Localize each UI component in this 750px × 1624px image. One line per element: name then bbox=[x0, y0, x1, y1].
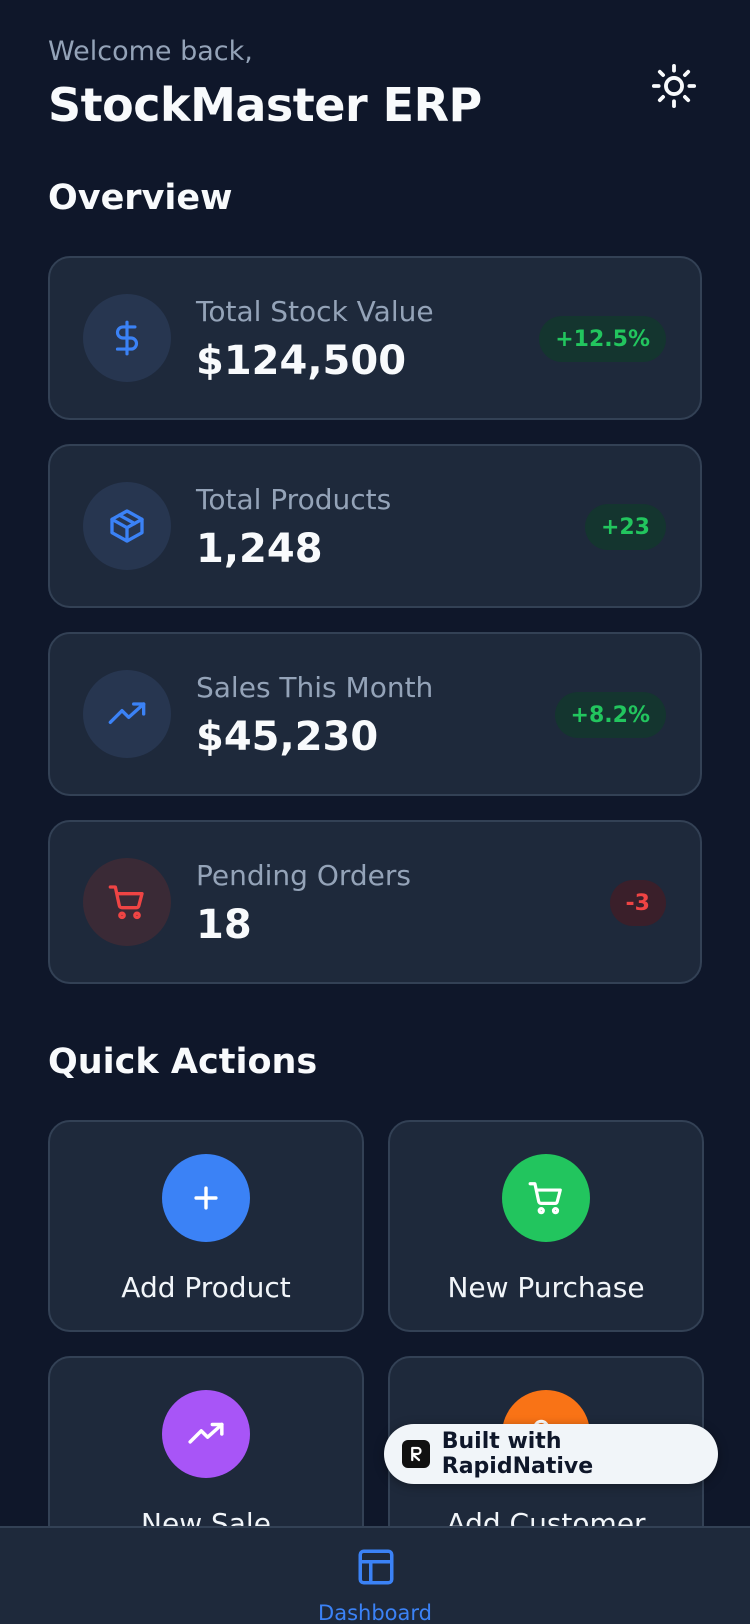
stat-value: 18 bbox=[196, 902, 252, 948]
trend-badge: -3 bbox=[609, 880, 666, 926]
tab-dashboard-label: Dashboard bbox=[318, 1601, 432, 1624]
action-icon-circle bbox=[162, 1390, 250, 1478]
overview-title: Overview bbox=[48, 178, 233, 218]
stat-value: $45,230 bbox=[196, 714, 379, 760]
trend-badge: +8.2% bbox=[554, 692, 666, 738]
stat-icon-wrap bbox=[83, 670, 171, 758]
built-with-text: Built with RapidNative bbox=[441, 1429, 594, 1479]
stat-label: Pending Orders bbox=[196, 859, 411, 892]
quick-actions-title: Quick Actions bbox=[48, 1042, 318, 1082]
action-icon-circle bbox=[162, 1154, 250, 1242]
stat-value: 1,248 bbox=[196, 526, 323, 572]
stat-label: Total Stock Value bbox=[196, 295, 434, 328]
action-label: Add Product bbox=[121, 1271, 291, 1304]
bottom-tab-bar: Dashboard bbox=[0, 1526, 750, 1624]
cart-icon bbox=[108, 885, 144, 920]
cart-icon bbox=[528, 1182, 562, 1215]
action-icon-circle bbox=[502, 1154, 590, 1242]
action-label: New Purchase bbox=[447, 1271, 645, 1304]
sun-icon bbox=[651, 63, 697, 109]
add-product-button[interactable]: Add Product bbox=[48, 1120, 364, 1332]
stat-label: Sales This Month bbox=[196, 671, 434, 704]
stat-icon-wrap bbox=[83, 482, 171, 570]
package-icon bbox=[110, 509, 144, 543]
app-title: StockMaster ERP bbox=[48, 78, 482, 132]
stat-icon-wrap bbox=[83, 294, 171, 382]
stat-value: $124,500 bbox=[196, 338, 407, 384]
trend-badge: +23 bbox=[584, 504, 666, 550]
layout-icon bbox=[358, 1549, 394, 1585]
stat-card-total-products[interactable]: Total Products 1,248 +23 bbox=[48, 444, 702, 608]
dashboard-screen: Welcome back, StockMaster ERP Overview T… bbox=[0, 0, 750, 1624]
trending-up-icon bbox=[188, 1422, 224, 1444]
stat-icon-wrap bbox=[83, 858, 171, 946]
new-purchase-button[interactable]: New Purchase bbox=[388, 1120, 704, 1332]
theme-toggle-button[interactable] bbox=[646, 58, 702, 114]
stat-card-stock-value[interactable]: Total Stock Value $124,500 +12.5% bbox=[48, 256, 702, 420]
stat-card-pending-orders[interactable]: Pending Orders 18 -3 bbox=[48, 820, 702, 984]
tab-dashboard[interactable]: Dashboard bbox=[0, 1528, 750, 1624]
welcome-text: Welcome back, bbox=[48, 36, 253, 67]
rapidnative-logo-icon bbox=[402, 1440, 430, 1468]
trend-badge: +12.5% bbox=[539, 316, 666, 362]
stat-label: Total Products bbox=[196, 483, 392, 516]
header: Welcome back, StockMaster ERP bbox=[48, 34, 702, 134]
plus-icon bbox=[194, 1186, 218, 1210]
built-with-badge[interactable]: Built with RapidNative bbox=[384, 1424, 718, 1484]
dollar-icon bbox=[115, 320, 138, 356]
stat-card-sales-month[interactable]: Sales This Month $45,230 +8.2% bbox=[48, 632, 702, 796]
trending-up-icon bbox=[108, 702, 146, 724]
